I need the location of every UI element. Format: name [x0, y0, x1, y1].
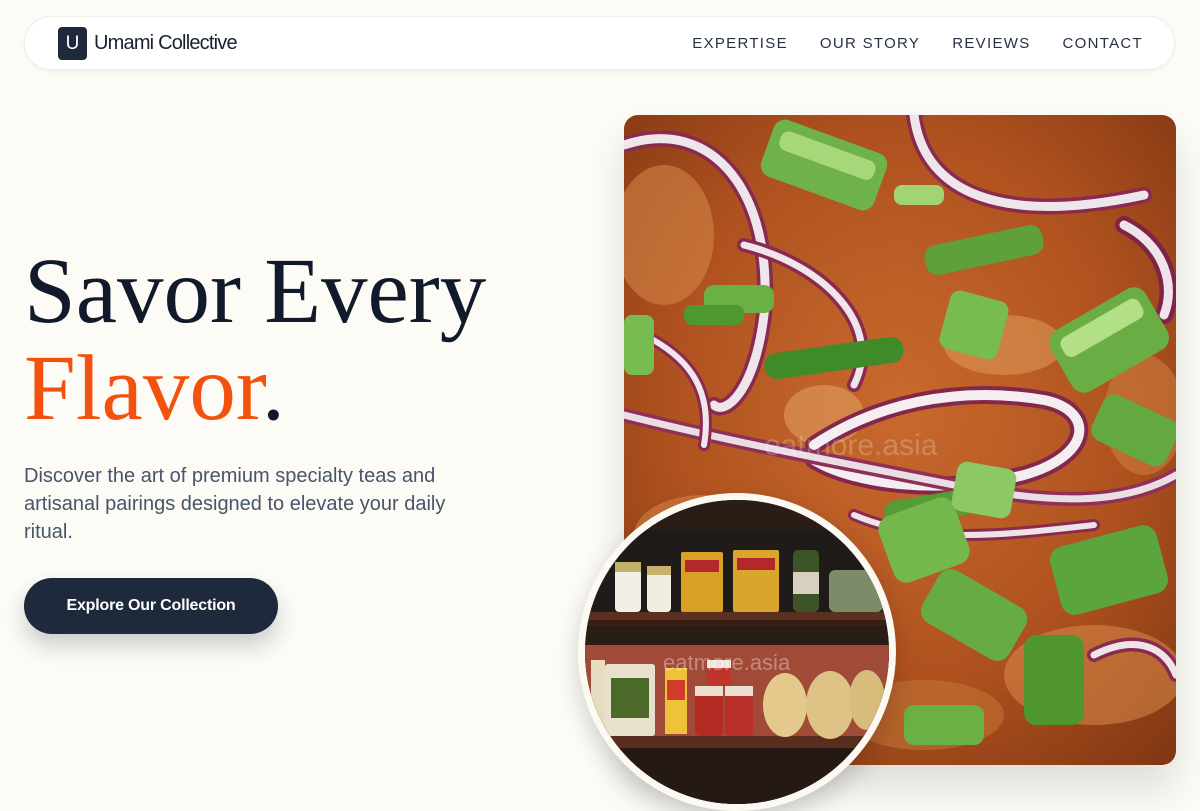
- hero-title-period: .: [261, 337, 285, 440]
- brand-name[interactable]: Umami Collective: [94, 32, 238, 55]
- main-menu: EXPERTISE OUR STORY REVIEWS CONTACT: [692, 35, 1143, 52]
- hero-title-line1: Savor Every: [24, 240, 487, 343]
- brand-logo[interactable]: U: [58, 27, 87, 60]
- nav-link-reviews[interactable]: REVIEWS: [952, 35, 1030, 52]
- nav-link-contact[interactable]: CONTACT: [1063, 35, 1143, 52]
- nav-link-our-story[interactable]: OUR STORY: [820, 35, 920, 52]
- brand[interactable]: U Umami Collective: [58, 27, 238, 60]
- circle-image-watermark: eatmore.asia: [663, 650, 791, 675]
- top-navbar: U Umami Collective EXPERTISE OUR STORY R…: [24, 16, 1175, 70]
- shop-shelf-image: eatmore.asia: [578, 493, 896, 811]
- hero-title: Savor Every Flavor.: [24, 243, 486, 437]
- main-image-watermark: eatmore.asia: [764, 429, 938, 462]
- nav-link-expertise[interactable]: EXPERTISE: [692, 35, 788, 52]
- hero-subtitle: Discover the art of premium specialty te…: [24, 465, 446, 543]
- explore-collection-button[interactable]: Explore Our Collection: [24, 578, 278, 634]
- hero-title-accent: Flavor: [24, 337, 262, 440]
